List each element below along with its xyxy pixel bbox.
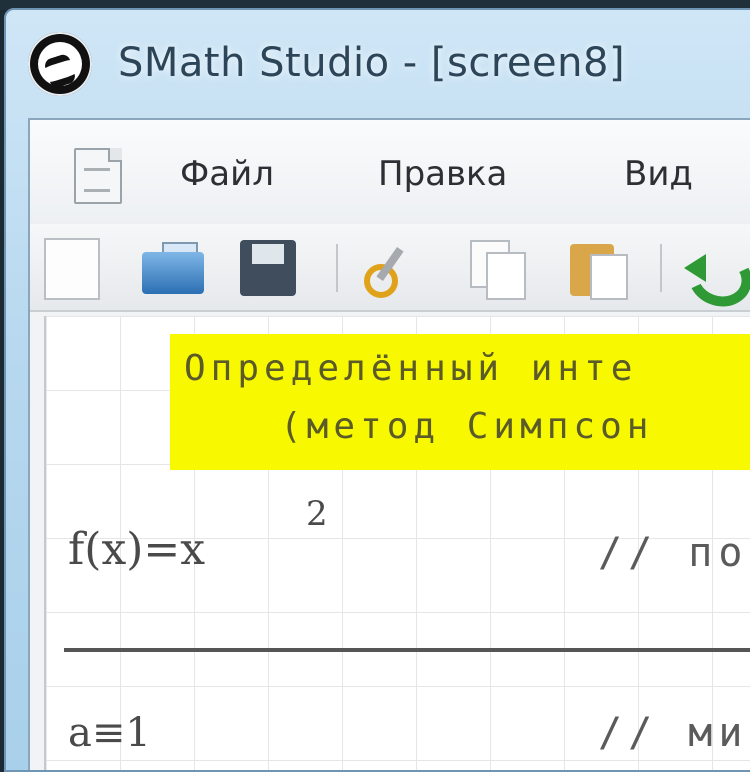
- paste-icon-sheet: [590, 254, 628, 300]
- new-document-icon: [44, 238, 100, 300]
- worksheet-canvas[interactable]: Определённый инте (метод Симпсон f(x)=x …: [44, 316, 750, 770]
- open-folder-body: [142, 252, 204, 294]
- title-bar[interactable]: SMath Studio - [screen8]: [6, 10, 750, 114]
- client-area: Файл Правка Вид Определённый инте (метод…: [28, 118, 750, 770]
- comment-text[interactable]: // по: [598, 530, 748, 576]
- heading-line-1: Определённый инте: [184, 348, 638, 389]
- copy-button[interactable]: [466, 238, 526, 300]
- open-button[interactable]: [140, 238, 204, 298]
- heading-line-2: (метод Симпсон: [280, 406, 654, 447]
- menu-file[interactable]: Файл: [180, 154, 274, 194]
- menu-edit[interactable]: Правка: [378, 154, 507, 194]
- smath-window: SMath Studio - [screen8] Файл Правка Вид: [4, 8, 750, 772]
- heading-text-region[interactable]: Определённый инте (метод Симпсон: [170, 334, 750, 470]
- exponent: 2: [306, 494, 328, 534]
- function-definition[interactable]: f(x)=x: [68, 524, 205, 575]
- cut-button[interactable]: [356, 238, 416, 298]
- copy-icon-front: [486, 252, 526, 300]
- menu-view[interactable]: Вид: [624, 154, 693, 194]
- toolbar: [30, 224, 750, 316]
- save-button[interactable]: [238, 238, 298, 298]
- document-icon[interactable]: [74, 148, 122, 204]
- smath-logo-icon: [28, 32, 92, 96]
- area-divider-line: [64, 648, 750, 652]
- save-icon-label: [252, 244, 284, 264]
- menu-bar: Файл Правка Вид: [30, 120, 750, 224]
- variable-definition[interactable]: a≡1: [68, 710, 151, 756]
- window-title: SMath Studio - [screen8]: [118, 40, 626, 86]
- undo-arrow-head: [684, 254, 706, 282]
- undo-button[interactable]: [680, 238, 750, 316]
- toolbar-separator: [336, 244, 338, 292]
- new-document-button[interactable]: [44, 238, 104, 300]
- toolbar-separator: [660, 244, 662, 292]
- paste-button[interactable]: [566, 238, 628, 300]
- comment-text-2[interactable]: // ми: [598, 710, 748, 756]
